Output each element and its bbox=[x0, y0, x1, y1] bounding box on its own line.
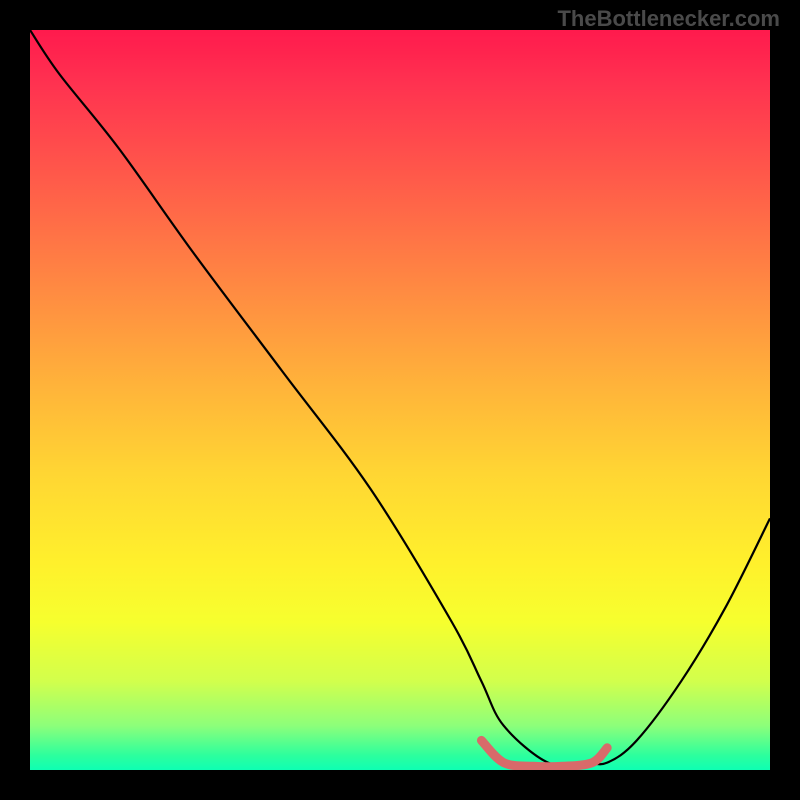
optimal-zone-path bbox=[481, 740, 607, 766]
plot-area bbox=[30, 30, 770, 770]
watermark-text: TheBottlenecker.com bbox=[557, 6, 780, 32]
chart-svg bbox=[30, 30, 770, 770]
bottleneck-curve-path bbox=[30, 30, 770, 765]
